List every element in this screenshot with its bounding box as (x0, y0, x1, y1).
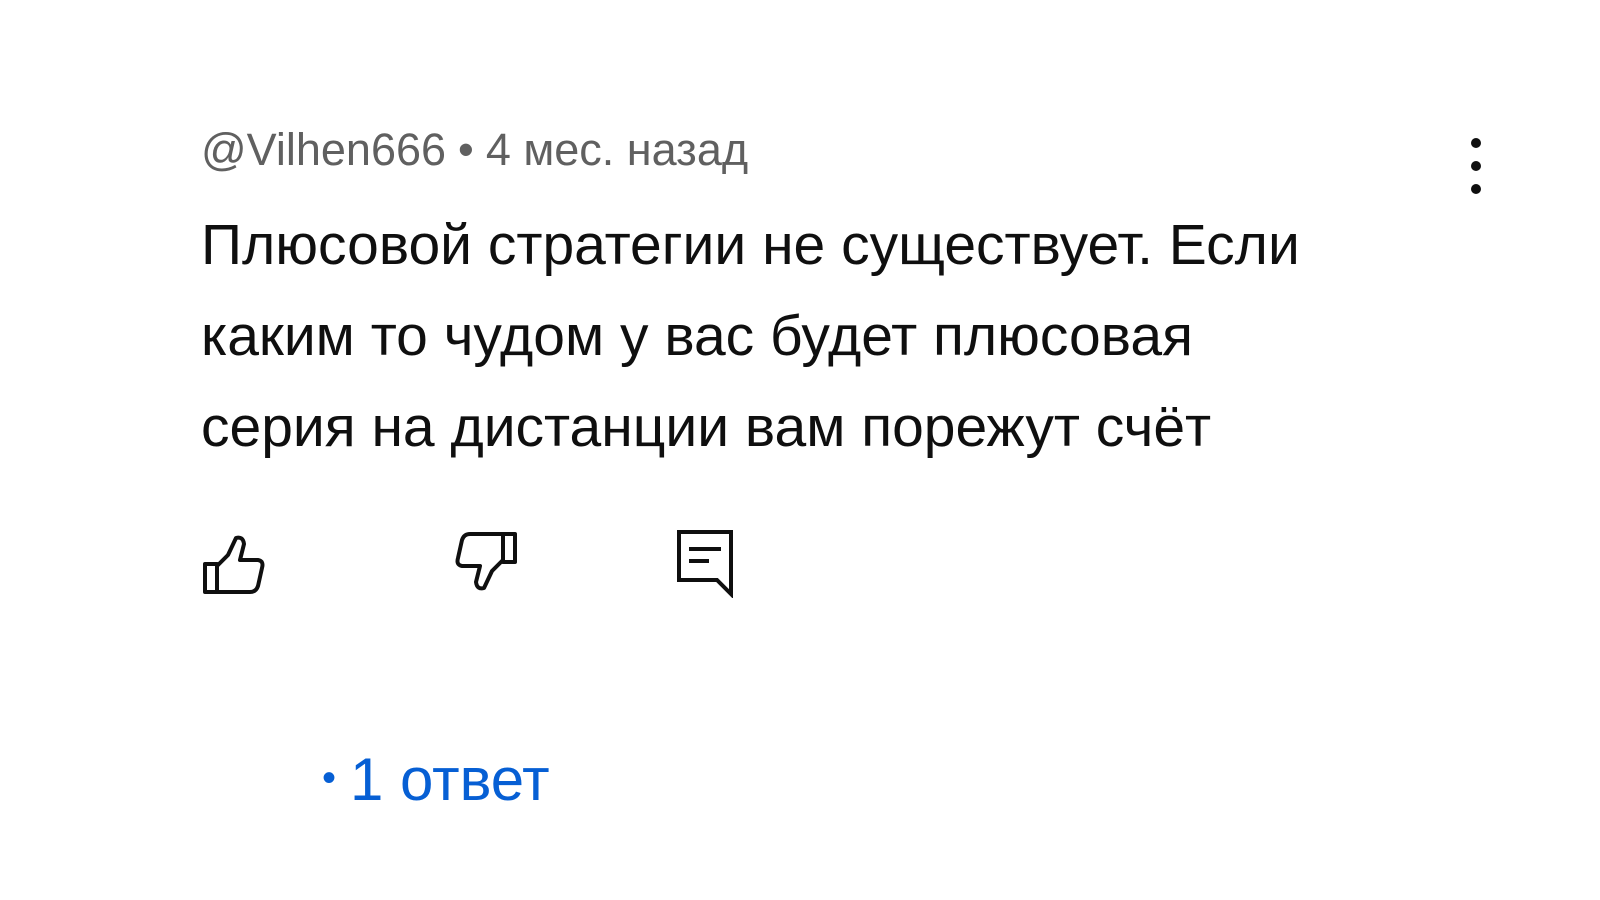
more-dot (1471, 161, 1481, 171)
comment-text-line: Плюсовой стратегии не существует. Если (201, 213, 1300, 277)
comment-time[interactable]: 4 мес. назад (486, 124, 748, 175)
comment-author[interactable]: @Vilhen666 (201, 124, 446, 175)
comment-text-line: серия на дистанции вам порежут счёт (201, 395, 1212, 459)
comment-text: Плюсовой стратегии не существует. Если к… (201, 200, 1441, 473)
comment-reply-icon (677, 530, 733, 599)
more-dot (1471, 138, 1481, 148)
replies-label[interactable]: 1 ответ (350, 746, 550, 813)
replies-bullet: • (322, 756, 337, 801)
reply-button[interactable] (675, 528, 745, 599)
comment-thread: @Vilhen666 • 4 мес. назад Плюсовой стратег… (0, 0, 1600, 900)
thumbs-up-icon (203, 535, 265, 594)
more-vertical-icon[interactable] (1456, 134, 1496, 198)
like-button[interactable] (200, 528, 270, 598)
meta-separator: • (458, 124, 474, 175)
comment-text-line: каким то чудом у вас будет плюсовая (201, 304, 1193, 368)
comment-meta: @Vilhen666 • 4 мес. назад (201, 124, 748, 176)
thumbs-down-icon (455, 532, 517, 591)
more-dot (1471, 184, 1481, 194)
dislike-button[interactable] (450, 528, 520, 598)
replies-toggle[interactable]: • 1 ответ (322, 740, 550, 824)
